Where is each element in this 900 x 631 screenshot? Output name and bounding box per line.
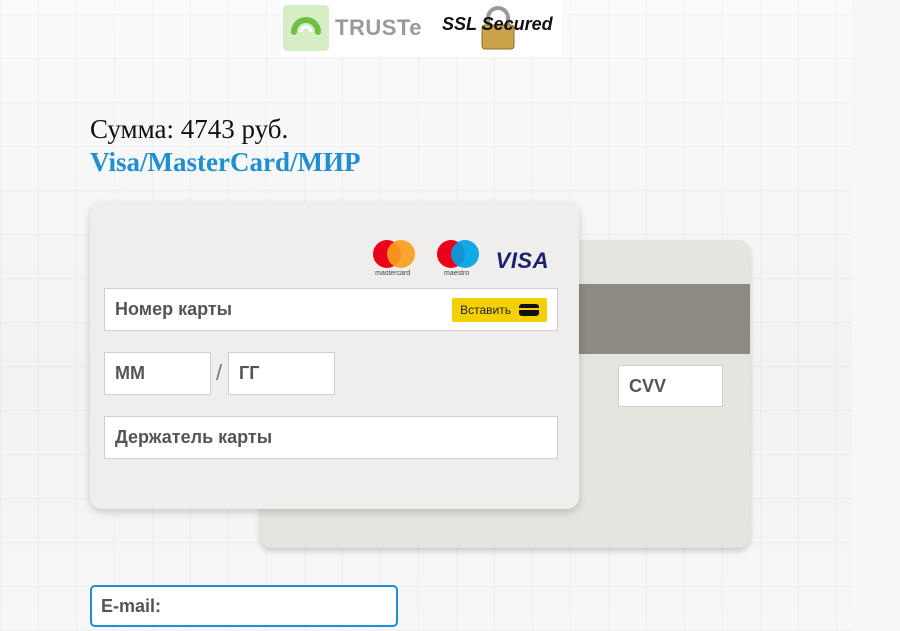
mastercard-logo-icon: mastercard <box>368 240 418 280</box>
truste-label: TRUSTe <box>335 15 422 40</box>
card-number-placeholder: Номер карты <box>115 299 233 319</box>
maestro-logo-icon: maestro <box>432 240 482 280</box>
cardholder-input[interactable]: Держатель карты <box>104 416 558 459</box>
card-icon <box>519 304 539 316</box>
card-brand-logos: mastercard maestro VISA <box>368 240 549 280</box>
right-margin <box>852 0 900 631</box>
card-number-input[interactable]: Номер карты Вставить <box>104 288 558 331</box>
date-separator: / <box>216 360 223 385</box>
expiry-month-input[interactable]: ММ <box>104 352 211 395</box>
ssl-label: SSL Secured <box>441 14 553 34</box>
card-types-label: Visa/MasterCard/МИР <box>90 147 361 177</box>
payment-amount: Сумма: 4743 руб. <box>90 114 289 144</box>
email-input[interactable]: E-mail: <box>90 585 398 627</box>
truste-badge: TRUSTe <box>283 5 422 51</box>
truste-logo-icon <box>283 5 329 51</box>
trust-badges: TRUSTe SSL Secured <box>281 0 562 56</box>
card-front: mastercard maestro VISA Номер карты Вста… <box>90 202 579 509</box>
expiry-year-input[interactable]: ГГ <box>228 352 335 395</box>
ssl-badge: SSL Secured <box>442 4 562 52</box>
paste-button[interactable]: Вставить <box>452 298 547 322</box>
mastercard-caption: mastercard <box>375 270 411 277</box>
maestro-caption: maestro <box>443 270 470 277</box>
paste-button-label: Вставить <box>460 303 511 317</box>
cvv-input[interactable]: CVV <box>618 365 723 407</box>
visa-logo-icon: VISA <box>495 248 549 273</box>
